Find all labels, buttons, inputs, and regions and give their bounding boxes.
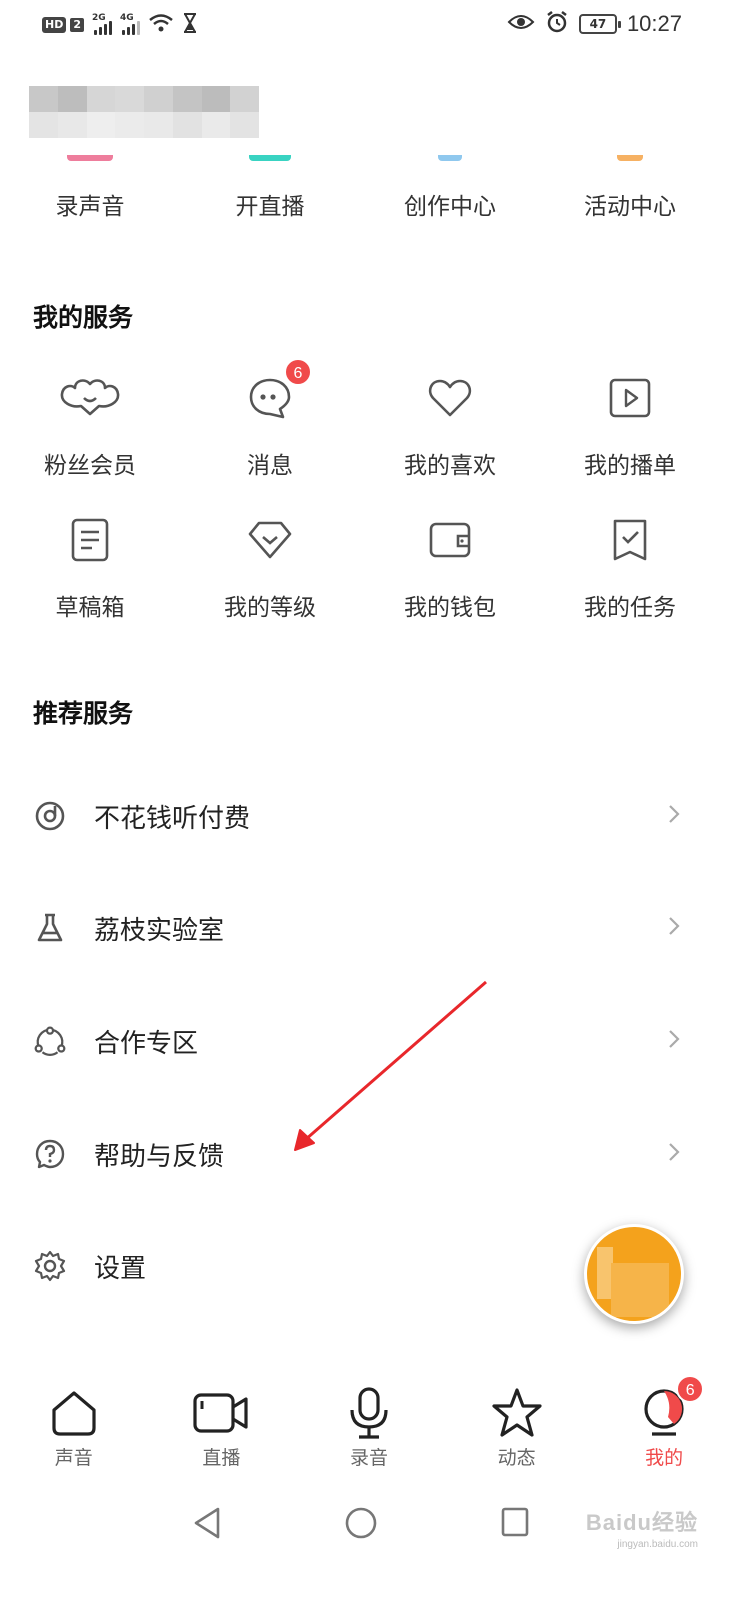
hourglass-icon — [182, 12, 198, 38]
chevron-right-icon — [668, 804, 680, 828]
service-my-wallet[interactable]: 我的钱包 — [360, 512, 540, 622]
tab-live[interactable]: 直播 — [148, 1385, 296, 1480]
fan-member-icon — [55, 370, 125, 426]
baidu-watermark: Baidu经验 jingyan.baidu.com — [585, 1510, 698, 1550]
quick-activity-icon — [617, 155, 643, 161]
quick-record-icon — [67, 155, 113, 161]
row-label: 不花钱听付费 — [94, 803, 251, 834]
heart-icon — [415, 370, 485, 426]
tab-record[interactable]: 录音 — [295, 1385, 443, 1480]
bottom-tab-bar: 声音 直播 录音 动态 6 我的 — [0, 1375, 738, 1480]
eye-icon — [507, 12, 535, 36]
row-label: 荔枝实验室 — [94, 915, 225, 946]
quick-record[interactable]: 录声音 — [0, 155, 180, 225]
tab-me[interactable]: 6 我的 — [590, 1375, 738, 1480]
clock: 10:27 — [626, 11, 682, 36]
playlist-icon — [595, 370, 665, 426]
service-label: 我的等级 — [224, 595, 316, 621]
sim-badge: 2 — [70, 18, 84, 32]
tab-moments[interactable]: 动态 — [443, 1385, 591, 1480]
flask-icon — [34, 912, 66, 944]
tab-sound[interactable]: 声音 — [0, 1385, 148, 1480]
status-bar: HD 2 2G 4G 47 10:27 — [0, 0, 738, 52]
battery-icon: 47 — [578, 14, 621, 34]
services-row-2: 草稿箱 我的等级 我的钱包 我的任务 — [0, 512, 738, 622]
row-label: 帮助与反馈 — [94, 1141, 225, 1172]
wifi-icon — [148, 12, 174, 38]
service-drafts[interactable]: 草稿箱 — [0, 512, 180, 622]
recommended-title: 推荐服务 — [33, 699, 134, 728]
status-right: 47 10:27 — [507, 10, 682, 38]
help-icon — [34, 1138, 66, 1170]
star-icon — [487, 1385, 547, 1441]
wallet-icon — [415, 512, 485, 568]
chevron-right-icon — [668, 1029, 680, 1053]
alarm-icon — [545, 10, 569, 38]
home-circle-icon[interactable] — [344, 1506, 378, 1544]
quick-live[interactable]: 开直播 — [180, 155, 360, 225]
hd-badge: HD — [42, 17, 67, 33]
row-lizhi-lab[interactable]: 荔枝实验室 — [0, 888, 738, 968]
chevron-right-icon — [668, 916, 680, 940]
me-badge: 6 — [676, 1375, 705, 1403]
service-messages[interactable]: 6 消息 — [180, 358, 360, 480]
row-label: 合作专区 — [94, 1028, 199, 1059]
service-label: 消息 — [247, 453, 293, 479]
quick-live-icon — [249, 155, 291, 161]
row-free-paid-listen[interactable]: 不花钱听付费 — [0, 776, 738, 856]
gear-icon — [34, 1250, 66, 1282]
video-camera-icon — [191, 1385, 251, 1441]
drafts-icon — [55, 512, 125, 568]
message-badge: 6 — [284, 358, 312, 386]
level-icon — [235, 512, 305, 568]
service-my-level[interactable]: 我的等级 — [180, 512, 360, 622]
profile-icon: 6 — [634, 1375, 705, 1441]
service-label: 粉丝会员 — [44, 453, 136, 479]
recents-icon[interactable] — [500, 1506, 530, 1542]
chevron-right-icon — [668, 1142, 680, 1166]
back-icon[interactable] — [192, 1506, 222, 1544]
floating-player-button[interactable] — [584, 1224, 684, 1324]
my-services-title: 我的服务 — [33, 303, 134, 332]
row-label: 设置 — [94, 1253, 147, 1284]
service-label: 我的喜欢 — [404, 453, 496, 479]
cooperation-icon — [34, 1025, 66, 1057]
home-icon — [44, 1385, 104, 1441]
service-my-likes[interactable]: 我的喜欢 — [360, 370, 540, 480]
quick-actions: 录声音 开直播 创作中心 活动中心 — [0, 155, 738, 225]
quick-creator-center[interactable]: 创作中心 — [360, 155, 540, 225]
service-fan-member[interactable]: 粉丝会员 — [0, 370, 180, 480]
row-help-feedback[interactable]: 帮助与反馈 — [0, 1114, 738, 1194]
service-my-tasks[interactable]: 我的任务 — [540, 512, 720, 622]
service-label: 我的钱包 — [404, 595, 496, 621]
signal-2g-icon: 2G — [92, 13, 112, 35]
message-icon: 6 — [235, 358, 312, 426]
task-icon — [595, 512, 665, 568]
microphone-icon — [339, 1385, 399, 1441]
quick-creator-icon — [438, 155, 462, 161]
quick-activity-center[interactable]: 活动中心 — [540, 155, 720, 225]
service-label: 我的播单 — [584, 453, 676, 479]
service-label: 草稿箱 — [55, 595, 125, 621]
service-label: 我的任务 — [584, 595, 676, 621]
profile-name-redacted[interactable] — [29, 86, 259, 138]
status-left: HD 2 2G 4G — [42, 12, 198, 38]
services-row-1: 粉丝会员 6 消息 我的喜欢 我的播单 — [0, 358, 738, 480]
signal-4g-icon: 4G — [120, 13, 140, 35]
disc-icon — [34, 800, 66, 832]
service-my-playlist[interactable]: 我的播单 — [540, 370, 720, 480]
row-cooperation[interactable]: 合作专区 — [0, 1001, 738, 1081]
